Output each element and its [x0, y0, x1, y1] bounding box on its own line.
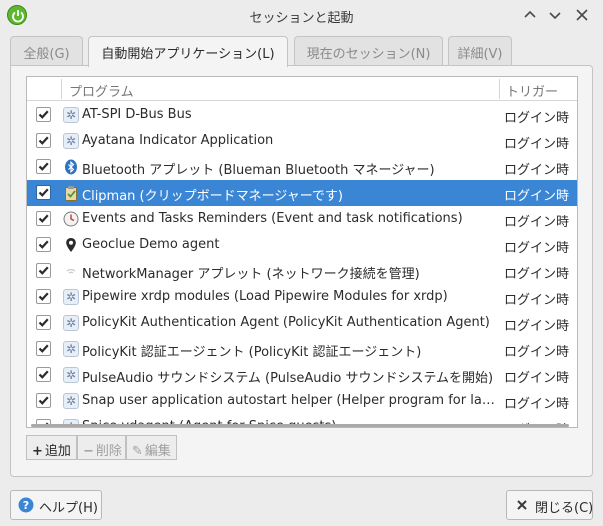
trigger-value: ログイン時	[504, 397, 570, 412]
trigger-value: ログイン時	[504, 189, 570, 204]
program-name: Events and Tasks Reminders (Event and ta…	[82, 211, 463, 226]
gear-icon: ✲	[63, 133, 79, 149]
close-icon	[514, 497, 530, 513]
enable-checkbox[interactable]	[36, 185, 51, 200]
program-name: PulseAudio サウンドシステム (PulseAudio サウンドシステム…	[82, 371, 494, 386]
add-button[interactable]: + 追加	[26, 435, 77, 460]
table-row[interactable]: ✲ PolicyKit Authentication Agent (PolicyK…	[27, 310, 577, 336]
trigger-value: ログイン時	[504, 345, 570, 360]
enable-checkbox[interactable]	[36, 211, 51, 226]
gear-icon: ✲	[63, 107, 79, 123]
program-name: PolicyKit 認証エージェント (PolicyKit 認証エージェント)	[82, 345, 422, 360]
trigger-value: ログイン時	[504, 319, 570, 334]
trigger-value: ログイン時	[504, 137, 570, 152]
plus-icon: +	[32, 444, 43, 459]
gear-icon: ✲	[63, 315, 79, 331]
gear-icon: ✲	[63, 289, 79, 305]
program-name: AT-SPI D-Bus Bus	[82, 107, 192, 122]
enable-checkbox[interactable]	[36, 237, 51, 252]
column-separator	[499, 79, 500, 99]
table-row[interactable]: NetworkManager アプレット (ネットワーク接続を管理) ログイン時	[27, 258, 577, 284]
program-name: Snap user application autostart helper (…	[82, 393, 497, 408]
table-row[interactable]: ✲ PolicyKit 認証エージェント (PolicyKit 認証エージェント)…	[27, 336, 577, 362]
trigger-value: ログイン時	[504, 241, 570, 256]
trigger-value: ログイン時	[504, 371, 570, 386]
program-name: Clipman (クリップボードマネージャーです)	[82, 189, 344, 204]
column-header-trigger[interactable]: トリガー	[506, 81, 558, 100]
table-row[interactable]: ✲ PulseAudio サウンドシステム (PulseAudio サウンドシステ…	[27, 362, 577, 388]
tab-current-session[interactable]: 現在のセッション(N)	[294, 36, 443, 65]
table-row[interactable]: Clipman (クリップボードマネージャーです) ログイン時	[27, 180, 577, 206]
program-name: Pipewire xrdp modules (Load Pipewire Mod…	[82, 289, 448, 304]
column-separator	[61, 79, 62, 99]
location-pin-icon	[63, 237, 79, 253]
trigger-value: ログイン時	[504, 215, 570, 230]
program-name: Ayatana Indicator Application	[82, 133, 274, 148]
enable-checkbox[interactable]	[36, 393, 51, 408]
table-row[interactable]: Bluetooth アプレット (Blueman Bluetooth マネージャ…	[27, 154, 577, 180]
table-row[interactable]: Events and Tasks Reminders (Event and ta…	[27, 206, 577, 232]
help-button[interactable]: ? ヘルプ(H)	[10, 490, 102, 520]
svg-text:?: ?	[23, 499, 29, 512]
clock-icon	[63, 211, 79, 227]
tab-general[interactable]: 全般(G)	[10, 36, 83, 65]
close-window-button[interactable]	[574, 7, 590, 23]
minimize-button[interactable]	[547, 7, 563, 23]
close-button[interactable]: 閉じる(C)	[506, 490, 593, 520]
enable-checkbox[interactable]	[36, 159, 51, 174]
table-row[interactable]: ✲ AT-SPI D-Bus Bus ログイン時	[27, 102, 577, 128]
table-row[interactable]: ✲ Ayatana Indicator Application ログイン時	[27, 128, 577, 154]
edit-button[interactable]: ✎ 編集	[126, 435, 177, 460]
enable-checkbox[interactable]	[36, 315, 51, 330]
program-name: NetworkManager アプレット (ネットワーク接続を管理)	[82, 267, 420, 282]
gear-icon: ✲	[63, 367, 79, 383]
list-header: プログラム トリガー	[27, 77, 577, 101]
tab-panel: プログラム トリガー ✲ AT-SPI D-Bus Bus ログイン時 ✲ Ayatan…	[10, 65, 593, 477]
scrollbar-thumb[interactable]	[31, 424, 569, 427]
trigger-value: ログイン時	[504, 267, 570, 282]
trigger-value: ログイン時	[504, 111, 570, 126]
remove-button[interactable]: − 削除	[77, 435, 126, 460]
enable-checkbox[interactable]	[36, 367, 51, 382]
enable-checkbox[interactable]	[36, 289, 51, 304]
table-row[interactable]: ✲ Snap user application autostart helper …	[27, 388, 577, 414]
tab-advanced[interactable]: 詳細(V)	[448, 36, 512, 65]
trigger-value: ログイン時	[504, 163, 570, 178]
minus-icon: −	[83, 444, 94, 459]
window-title: セッションと起動	[249, 11, 354, 26]
help-icon: ?	[18, 497, 34, 513]
program-name: PolicyKit Authentication Agent (PolicyKi…	[82, 315, 490, 330]
table-row[interactable]: Geoclue Demo agent ログイン時	[27, 232, 577, 258]
autostart-list[interactable]: プログラム トリガー ✲ AT-SPI D-Bus Bus ログイン時 ✲ Ayatan…	[26, 76, 578, 428]
program-name: Bluetooth アプレット (Blueman Bluetooth マネージャ…	[82, 163, 435, 178]
shade-button[interactable]	[522, 7, 538, 23]
column-header-program[interactable]: プログラム	[69, 81, 134, 100]
program-name: Geoclue Demo agent	[82, 237, 220, 252]
enable-checkbox[interactable]	[36, 263, 51, 278]
title-bar: セッションと起動	[0, 0, 603, 30]
gear-icon: ✲	[63, 341, 79, 357]
tab-autostart[interactable]: 自動開始アプリケーション(L)	[88, 36, 288, 67]
clipboard-icon	[63, 185, 79, 201]
pencil-icon: ✎	[132, 444, 143, 459]
enable-checkbox[interactable]	[36, 133, 51, 148]
bluetooth-icon	[63, 159, 79, 175]
enable-checkbox[interactable]	[36, 107, 51, 122]
table-row[interactable]: ✲ Pipewire xrdp modules (Load Pipewire Mo…	[27, 284, 577, 310]
enable-checkbox[interactable]	[36, 341, 51, 356]
horizontal-scrollbar[interactable]	[27, 422, 577, 427]
trigger-value: ログイン時	[504, 293, 570, 308]
wifi-icon	[63, 263, 79, 279]
gear-icon: ✲	[63, 393, 79, 409]
